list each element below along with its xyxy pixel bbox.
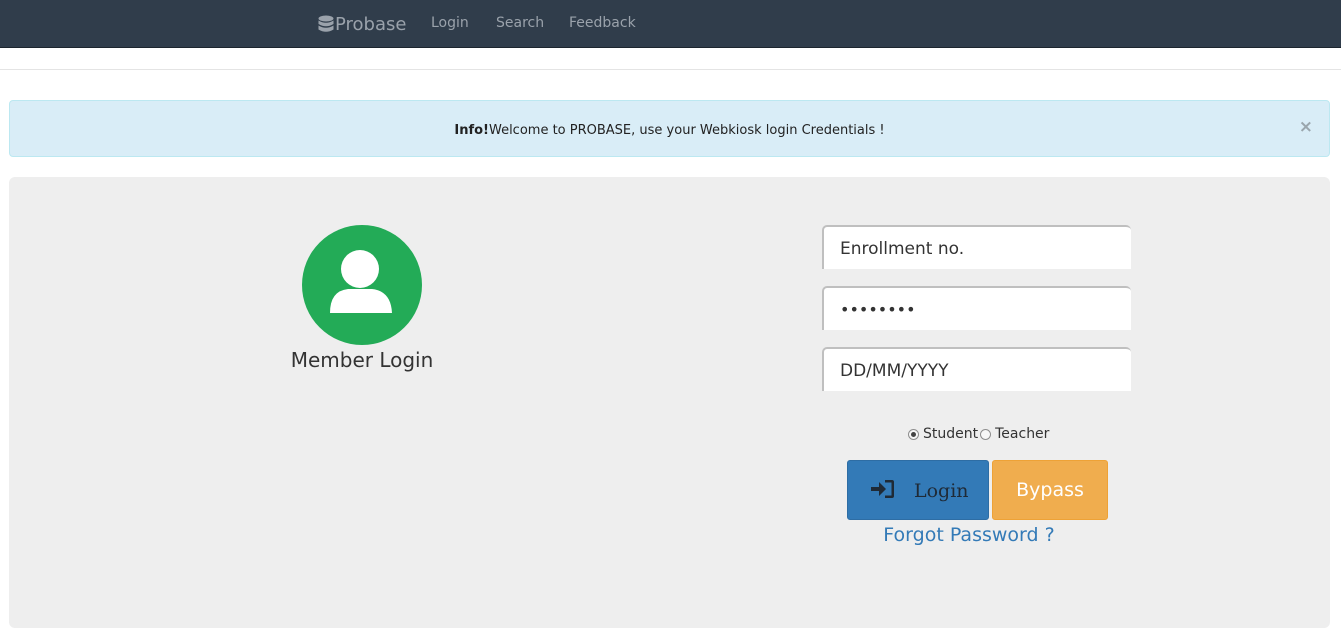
password-field[interactable]: •••••••• — [822, 286, 1131, 330]
enrollment-placeholder: Enrollment no. — [840, 239, 965, 259]
nav-link-login[interactable]: Login — [431, 15, 469, 31]
user-icon — [302, 225, 422, 345]
divider — [0, 69, 1341, 70]
brand-link[interactable]: Probase — [318, 12, 406, 36]
login-panel: Member Login Enrollment no. •••••••• DD/… — [9, 177, 1330, 628]
brand-name: Probase — [335, 13, 407, 35]
member-login-title: Member Login — [290, 348, 434, 372]
enrollment-field[interactable]: Enrollment no. — [822, 225, 1131, 269]
login-button-label: Login — [914, 480, 969, 502]
teacher-radio[interactable] — [980, 428, 992, 440]
close-icon[interactable]: × — [1299, 118, 1313, 136]
top-navbar: Probase Login Search Feedback — [0, 0, 1341, 48]
alert-strong: Info! — [454, 123, 489, 138]
forgot-password-link[interactable]: Forgot Password ? — [869, 524, 1069, 546]
student-radio[interactable] — [908, 428, 919, 440]
bypass-button[interactable]: Bypass — [992, 460, 1108, 520]
login-button[interactable]: Login — [847, 460, 989, 520]
alert-text: Info!Welcome to PROBASE, use your Webkio… — [10, 123, 1329, 139]
password-value: •••••••• — [840, 300, 916, 319]
alert-message: Welcome to PROBASE, use your Webkiosk lo… — [488, 123, 885, 138]
teacher-label[interactable]: Teacher — [995, 426, 1049, 442]
nav-link-search[interactable]: Search — [496, 15, 544, 31]
role-radio-group: Student Teacher — [908, 426, 1051, 442]
dob-field[interactable]: DD/MM/YYYY — [822, 347, 1131, 391]
database-icon — [318, 15, 334, 32]
student-label[interactable]: Student — [923, 426, 978, 442]
nav-link-feedback[interactable]: Feedback — [569, 15, 636, 31]
info-alert: Info!Welcome to PROBASE, use your Webkio… — [9, 100, 1330, 157]
sign-in-icon — [871, 480, 894, 498]
dob-placeholder: DD/MM/YYYY — [840, 361, 949, 381]
